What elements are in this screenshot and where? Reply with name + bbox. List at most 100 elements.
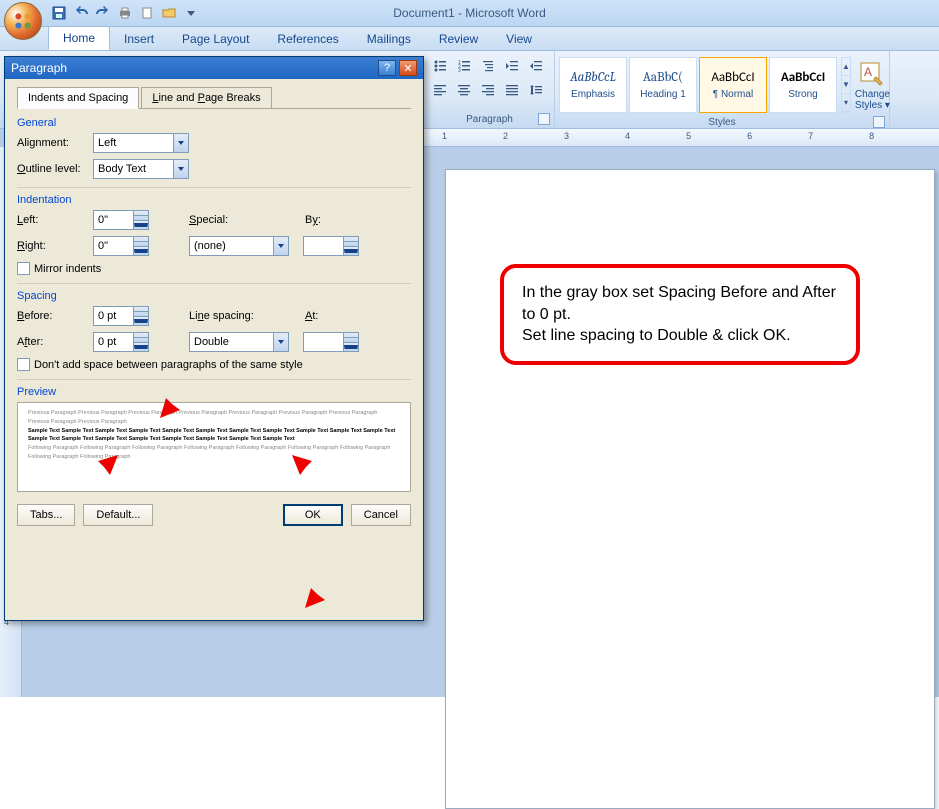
tab-mailings[interactable]: Mailings xyxy=(353,28,425,50)
special-input[interactable] xyxy=(189,236,273,256)
tab-review[interactable]: Review xyxy=(425,28,492,50)
mirror-indents-checkbox[interactable]: Mirror indents xyxy=(17,262,411,275)
dialog-tab-indents[interactable]: Indents and Spacing xyxy=(17,87,139,109)
indent-left-label: Left: xyxy=(17,214,93,226)
spin-down-icon[interactable] xyxy=(133,342,149,353)
outline-combo[interactable] xyxy=(93,159,189,179)
spin-up-icon[interactable] xyxy=(133,332,149,342)
spin-up-icon[interactable] xyxy=(343,332,359,342)
at-input[interactable] xyxy=(303,332,343,352)
after-input[interactable] xyxy=(93,332,133,352)
group-label-styles: Styles xyxy=(557,117,887,129)
paragraph-launcher-icon[interactable] xyxy=(538,113,550,125)
linespacing-drop-icon[interactable] xyxy=(273,332,289,352)
alignment-input[interactable] xyxy=(93,133,173,153)
tab-references[interactable]: References xyxy=(263,28,352,50)
indent-right-input[interactable] xyxy=(93,236,133,256)
qat-more-icon[interactable] xyxy=(182,4,200,22)
align-center-icon[interactable] xyxy=(453,79,475,101)
mirror-label: Mirror indents xyxy=(34,263,101,275)
at-spinner[interactable] xyxy=(303,332,359,352)
linespacing-input[interactable] xyxy=(189,332,273,352)
after-spinner[interactable] xyxy=(93,332,149,352)
tab-home[interactable]: Home xyxy=(48,26,110,50)
style-item-heading-1[interactable]: AaBbC(Heading 1 xyxy=(629,57,697,113)
align-left-icon[interactable] xyxy=(429,79,451,101)
spin-up-icon[interactable] xyxy=(133,306,149,316)
numbering-icon[interactable]: 123 xyxy=(453,55,475,77)
gallery-more-icon[interactable]: ▾ xyxy=(842,94,850,112)
qat-print-icon[interactable] xyxy=(116,4,134,22)
qat-open-icon[interactable] xyxy=(160,4,178,22)
alignment-label: Alignment: xyxy=(17,137,93,149)
special-drop-icon[interactable] xyxy=(273,236,289,256)
by-spinner[interactable] xyxy=(303,236,359,256)
indent-right-spinner[interactable] xyxy=(93,236,149,256)
spin-up-icon[interactable] xyxy=(133,236,149,246)
title-bar: Document1 - Microsoft Word xyxy=(0,0,939,27)
styles-launcher-icon[interactable] xyxy=(873,116,885,128)
before-spinner[interactable] xyxy=(93,306,149,326)
linespacing-combo[interactable] xyxy=(189,332,289,352)
office-button[interactable] xyxy=(4,2,42,40)
multilevel-list-icon[interactable] xyxy=(477,55,499,77)
gallery-scroll: ▲ ▼ ▾ xyxy=(841,57,851,113)
svg-text:3: 3 xyxy=(458,68,461,73)
qat-redo-icon[interactable] xyxy=(94,4,112,22)
increase-indent-icon[interactable] xyxy=(525,55,547,77)
callout-line1: In the gray box set Spacing Before and A… xyxy=(522,282,838,325)
alignment-combo[interactable] xyxy=(93,133,189,153)
cancel-button[interactable]: Cancel xyxy=(351,504,411,526)
dialog-close-icon[interactable]: ✕ xyxy=(399,60,417,76)
tab-view[interactable]: View xyxy=(492,28,546,50)
no-space-checkbox[interactable]: Don't add space between paragraphs of th… xyxy=(17,358,411,371)
dialog-help-icon[interactable]: ? xyxy=(378,60,396,76)
outline-input[interactable] xyxy=(93,159,173,179)
before-input[interactable] xyxy=(93,306,133,326)
quick-access-toolbar xyxy=(50,4,200,22)
style-item-strong[interactable]: AaBbCcIStrong xyxy=(769,57,837,113)
justify-icon[interactable] xyxy=(501,79,523,101)
indent-left-input[interactable] xyxy=(93,210,133,230)
outline-drop-icon[interactable] xyxy=(173,159,189,179)
style-gallery: AaBbCcLEmphasisAaBbC(Heading 1AaBbCcI¶ N… xyxy=(557,53,839,117)
by-label: By: xyxy=(305,214,321,226)
dialog-tab-breaks[interactable]: Line and Page Breaks xyxy=(141,87,271,109)
spin-down-icon[interactable] xyxy=(133,246,149,257)
nospace-label: Don't add space between paragraphs of th… xyxy=(34,359,303,371)
gallery-down-icon[interactable]: ▼ xyxy=(842,76,850,94)
spin-up-icon[interactable] xyxy=(343,236,359,246)
qat-undo-icon[interactable] xyxy=(72,4,90,22)
align-right-icon[interactable] xyxy=(477,79,499,101)
spin-up-icon[interactable] xyxy=(133,210,149,220)
by-input[interactable] xyxy=(303,236,343,256)
gallery-up-icon[interactable]: ▲ xyxy=(842,58,850,76)
indent-right-label: Right: xyxy=(17,240,93,252)
spin-down-icon[interactable] xyxy=(133,220,149,231)
arrow-ok-icon xyxy=(305,560,355,610)
style-item-emphasis[interactable]: AaBbCcLEmphasis xyxy=(559,57,627,113)
change-styles-button[interactable]: A Change Styles ▾ xyxy=(853,53,892,117)
bullets-icon[interactable] xyxy=(429,55,451,77)
spin-down-icon[interactable] xyxy=(343,342,359,353)
section-preview: Preview xyxy=(17,386,411,398)
section-indentation: Indentation xyxy=(17,194,411,206)
default-button[interactable]: Default... xyxy=(83,504,153,526)
qat-new-icon[interactable] xyxy=(138,4,156,22)
alignment-drop-icon[interactable] xyxy=(173,133,189,153)
dialog-title-bar[interactable]: Paragraph ? ✕ xyxy=(5,57,423,79)
decrease-indent-icon[interactable] xyxy=(501,55,523,77)
ok-button[interactable]: OK xyxy=(283,504,343,526)
tab-page-layout[interactable]: Page Layout xyxy=(168,28,263,50)
tabs-button[interactable]: Tabs... xyxy=(17,504,75,526)
special-combo[interactable] xyxy=(189,236,289,256)
section-spacing: Spacing xyxy=(17,290,411,302)
qat-save-icon[interactable] xyxy=(50,4,68,22)
spin-down-icon[interactable] xyxy=(343,246,359,257)
line-spacing-icon[interactable] xyxy=(525,79,547,101)
spin-down-icon[interactable] xyxy=(133,316,149,327)
indent-left-spinner[interactable] xyxy=(93,210,149,230)
style-item--normal[interactable]: AaBbCcI¶ Normal xyxy=(699,57,767,113)
special-label: Special: xyxy=(189,214,249,226)
tab-insert[interactable]: Insert xyxy=(110,28,168,50)
